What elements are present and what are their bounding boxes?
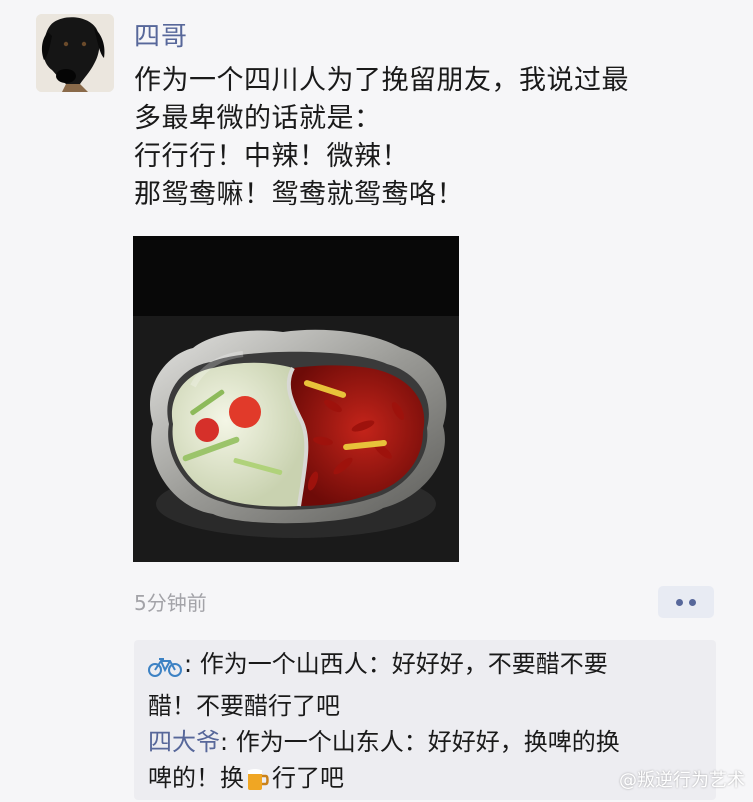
post-line: 作为一个四川人为了挽留朋友，我说过最: [134, 65, 629, 96]
comment-text: : 作为一个山东人：好好好，换啤的换: [220, 728, 620, 756]
comment-author[interactable]: 四大爷: [148, 728, 220, 756]
watermark: @叛逆行为艺术: [619, 766, 745, 792]
author-name[interactable]: 四哥: [134, 16, 188, 53]
avatar[interactable]: [36, 14, 114, 92]
comment-text: 行了吧: [272, 764, 344, 792]
beer-mug-icon: [246, 766, 270, 802]
comment-text: : 作为一个山西人：好好好，不要醋不要: [184, 650, 608, 678]
post-line: 那鸳鸯嘛！鸳鸯就鸳鸯咯！: [134, 179, 464, 210]
more-actions-button[interactable]: [658, 586, 714, 618]
comment-text: 啤的！换: [148, 764, 244, 792]
bicycle-icon[interactable]: [148, 652, 182, 688]
post-line: 多最卑微的话就是：: [134, 103, 382, 134]
post-photo[interactable]: [133, 236, 459, 562]
more-dot-icon: [689, 598, 696, 606]
comment-item[interactable]: : 作为一个山西人：好好好，不要醋不要 醋！不要醋行了吧: [148, 646, 704, 724]
more-dot-icon: [676, 598, 683, 606]
post-timestamp: 5分钟前: [134, 591, 207, 615]
comment-text: 醋！不要醋行了吧: [148, 692, 340, 720]
watermark-text: @叛逆行为艺术: [619, 770, 745, 791]
post-text: 作为一个四川人为了挽留朋友，我说过最 多最卑微的话就是： 行行行！中辣！微辣！ …: [134, 62, 724, 214]
post-line: 行行行！中辣！微辣！: [134, 141, 409, 172]
